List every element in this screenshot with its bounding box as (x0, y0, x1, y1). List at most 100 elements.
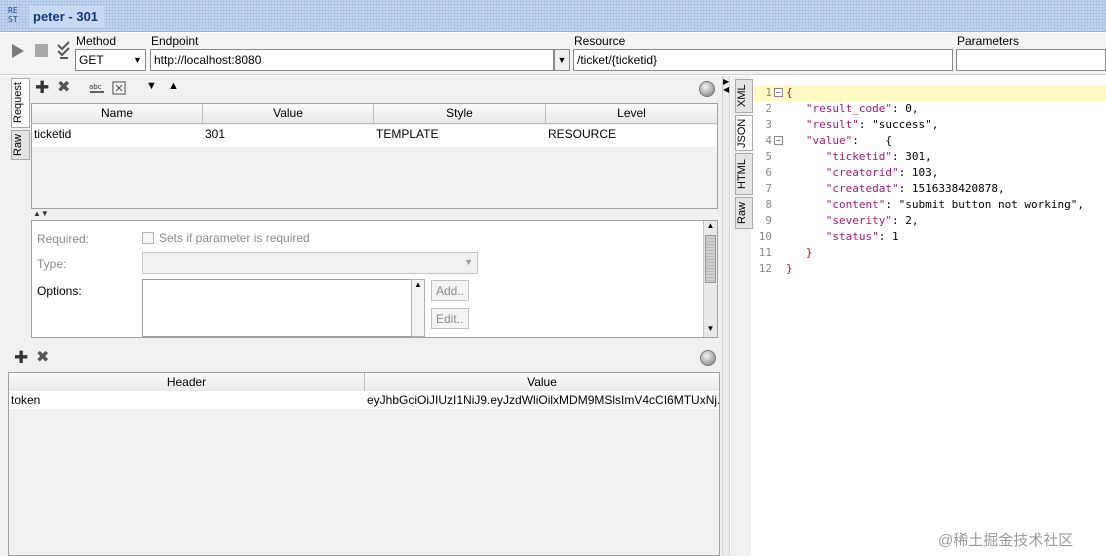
auth-settings-icon[interactable] (56, 41, 72, 61)
tab-raw-request[interactable]: Raw (11, 130, 30, 160)
code-line: 4− "value": { (754, 133, 1106, 149)
required-checkbox-label: Sets if parameter is required (159, 231, 310, 245)
table-row[interactable]: ticketid 301 TEMPLATE RESOURCE (32, 125, 717, 147)
type-select[interactable]: ▼ (142, 252, 478, 274)
line-number: 6 (765, 166, 772, 179)
method-select[interactable]: GET (75, 49, 131, 71)
details-scrollbar[interactable]: ▲ ▼ (703, 221, 717, 337)
code-line: 7 "createdat": 1516338420878, (754, 181, 1106, 197)
code-line: 6 "creatorid": 103, (754, 165, 1106, 181)
scroll-up-icon[interactable]: ▲ (704, 221, 717, 230)
json-code[interactable]: 1−{2 "result_code": 0, 3 "result": "succe… (754, 85, 1106, 277)
add-param-icon[interactable]: ✚ (35, 79, 49, 97)
add-header-icon[interactable]: ✚ (14, 349, 28, 367)
line-number: 12 (758, 262, 772, 275)
column-header-level[interactable]: Level (546, 104, 717, 124)
code-text: "severity": 2, (825, 214, 919, 227)
options-scrollbar[interactable]: ▲ (411, 279, 425, 337)
endpoint-dropdown-icon[interactable]: ▼ (554, 49, 570, 71)
scroll-thumb[interactable] (705, 235, 716, 283)
method-dropdown-icon[interactable]: ▼ (130, 49, 146, 71)
column-header-style[interactable]: Style (374, 104, 546, 124)
code-line: 8 "content": "submit button not working"… (754, 197, 1106, 213)
endpoint-input[interactable]: http://localhost:8080 (150, 49, 554, 71)
required-checkbox[interactable] (142, 232, 154, 244)
table-row[interactable]: token eyJhbGciOiJIUzI1NiJ9.eyJzdWliOilxM… (9, 391, 719, 409)
panel-splitter[interactable]: ▶ ◀ (722, 76, 730, 556)
header-value-cell[interactable]: eyJhbGciOiJIUzI1NiJ9.eyJzdWliOilxMDM9MSl… (365, 391, 719, 411)
move-down-icon[interactable]: ▼ (146, 80, 157, 92)
type-label: Type: (37, 257, 67, 271)
resource-input[interactable]: /ticket/{ticketid} (573, 49, 953, 71)
code-line: 10 "status": 1 (754, 229, 1106, 245)
splitter-arrows-icon[interactable]: ▲▼ (33, 209, 49, 218)
sort-params-icon[interactable]: abc (88, 82, 106, 96)
code-line: 9 "severity": 2, (754, 213, 1106, 229)
column-header-header[interactable]: Header (9, 373, 365, 393)
code-line: 12} (754, 261, 1106, 277)
clone-param-icon[interactable] (112, 81, 126, 95)
run-request-icon[interactable] (11, 43, 25, 59)
code-line: 11 } (754, 245, 1106, 261)
column-header-header-value[interactable]: Value (365, 373, 719, 393)
title-bar: RE ST peter - 301 (0, 0, 1106, 32)
line-number: 1 (765, 86, 772, 99)
code-line: 1−{ (754, 85, 1106, 101)
required-label: Required: (37, 232, 90, 246)
code-line: 5 "ticketid": 301, (754, 149, 1106, 165)
headers-help-icon[interactable] (700, 350, 716, 366)
param-style-cell[interactable]: TEMPLATE (374, 125, 546, 145)
remove-param-icon[interactable]: ✖ (57, 79, 70, 97)
code-text: "ticketid": 301, (825, 150, 932, 163)
param-details-panel: Required: Sets if parameter is required … (31, 220, 718, 338)
code-line: 3 "result": "success", (754, 117, 1106, 133)
code-text: "result_code": 0, (805, 102, 919, 115)
method-label: Method (76, 34, 117, 48)
column-header-value[interactable]: Value (203, 104, 374, 124)
rest-logo-icon: RE ST (8, 6, 18, 24)
tab-raw-response[interactable]: Raw (735, 197, 753, 229)
param-name-cell[interactable]: ticketid (32, 125, 203, 145)
collapse-icon[interactable]: ▶ ◀ (723, 78, 729, 94)
fold-toggle-icon[interactable]: − (774, 88, 783, 97)
watermark: @稀土掘金技术社区 (938, 532, 1074, 549)
scroll-down-icon[interactable]: ▼ (704, 324, 717, 333)
code-text: { (786, 86, 793, 99)
parameters-input[interactable] (956, 49, 1106, 71)
code-text: "status": 1 (825, 230, 899, 243)
tab-html[interactable]: HTML (735, 153, 753, 195)
line-number: 11 (758, 246, 772, 259)
tab-json[interactable]: JSON (735, 115, 753, 151)
move-up-icon[interactable]: ▲ (168, 80, 179, 92)
help-icon[interactable] (699, 81, 715, 97)
code-text: "value": { (805, 134, 892, 147)
code-text: } (805, 246, 813, 259)
remove-header-icon[interactable]: ✖ (36, 349, 49, 367)
line-number: 5 (765, 150, 772, 163)
line-number: 8 (765, 198, 772, 211)
line-number: 4 (765, 134, 772, 147)
code-line: 2 "result_code": 0, (754, 101, 1106, 117)
tab-request[interactable]: Request (11, 78, 30, 128)
header-name-cell[interactable]: token (9, 391, 365, 411)
line-number: 7 (765, 182, 772, 195)
param-value-cell[interactable]: 301 (203, 125, 374, 145)
stop-icon[interactable] (35, 44, 48, 57)
edit-option-button[interactable]: Edit.. (431, 308, 469, 329)
window-title: peter - 301 (29, 6, 105, 28)
line-number: 9 (765, 214, 772, 227)
options-list[interactable] (142, 279, 412, 337)
line-number: 10 (758, 230, 772, 243)
params-table: Name Value Style Level ticketid 301 TEMP… (31, 103, 718, 209)
add-option-button[interactable]: Add.. (431, 280, 469, 301)
fold-toggle-icon[interactable]: − (774, 136, 783, 145)
tab-xml[interactable]: XML (735, 79, 753, 113)
column-header-name[interactable]: Name (32, 104, 203, 124)
svg-text:abc: abc (89, 83, 102, 91)
parameters-label: Parameters (957, 34, 1020, 48)
line-number: 2 (765, 102, 772, 115)
toolbar: Method GET ▼ Endpoint http://localhost:8… (0, 33, 1106, 75)
param-level-cell[interactable]: RESOURCE (546, 125, 717, 145)
resource-label: Resource (574, 34, 626, 48)
type-dropdown-icon[interactable]: ▼ (464, 257, 473, 267)
